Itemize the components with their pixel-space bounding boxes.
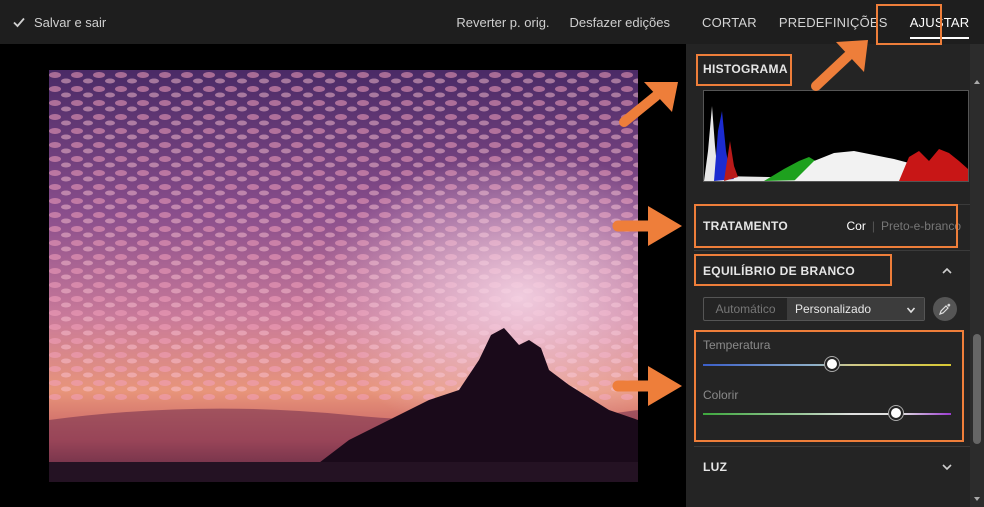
photo-canvas bbox=[0, 44, 686, 507]
arrow-icon bbox=[612, 206, 682, 246]
auto-mode-button[interactable]: Automático bbox=[704, 298, 787, 320]
white-balance-mode-selector: Automático Personalizado bbox=[703, 297, 925, 321]
eyedropper-button[interactable] bbox=[933, 297, 957, 321]
tab-presets[interactable]: PREDEFINIÇÕES bbox=[779, 15, 888, 30]
revert-to-original-button[interactable]: Reverter p. orig. bbox=[456, 15, 549, 30]
custom-mode-label: Personalizado bbox=[795, 302, 872, 316]
save-and-exit-button[interactable]: Salvar e sair bbox=[0, 15, 106, 30]
custom-mode-select[interactable]: Personalizado bbox=[787, 298, 924, 320]
sunset-photo bbox=[49, 70, 638, 482]
highlight-treatment bbox=[694, 204, 958, 248]
chevron-up-icon[interactable] bbox=[941, 265, 953, 277]
highlight-sliders bbox=[694, 330, 964, 442]
arrow-icon bbox=[612, 366, 682, 406]
scroll-up-icon[interactable] bbox=[973, 78, 981, 86]
histogram bbox=[703, 90, 969, 182]
check-icon bbox=[13, 17, 25, 28]
photo-preview[interactable] bbox=[49, 70, 638, 482]
undo-edits-button[interactable]: Desfazer edições bbox=[570, 15, 670, 30]
panel-scrollbar[interactable] bbox=[970, 44, 984, 507]
white-balance-mode-row: Automático Personalizado bbox=[703, 297, 957, 321]
highlight-adjust-tab bbox=[876, 4, 942, 45]
arrow-icon bbox=[619, 82, 678, 127]
save-and-exit-label: Salvar e sair bbox=[34, 14, 107, 30]
chevron-down-icon bbox=[906, 307, 916, 314]
section-divider bbox=[694, 250, 970, 251]
highlight-histogram bbox=[696, 54, 792, 86]
chevron-down-icon[interactable] bbox=[941, 461, 953, 473]
scroll-down-icon[interactable] bbox=[973, 495, 981, 503]
section-divider bbox=[694, 446, 970, 447]
top-bar: Salvar e sair Reverter p. orig. Desfazer… bbox=[0, 0, 686, 44]
eyedropper-icon bbox=[939, 303, 951, 315]
histogram-graph bbox=[704, 106, 968, 181]
tab-crop[interactable]: CORTAR bbox=[702, 15, 757, 30]
highlight-white-balance bbox=[694, 254, 892, 286]
light-title: LUZ bbox=[703, 460, 728, 474]
scrollbar-thumb[interactable] bbox=[973, 334, 981, 444]
arrow-icon bbox=[811, 40, 868, 91]
light-section-header[interactable]: LUZ bbox=[703, 460, 953, 474]
